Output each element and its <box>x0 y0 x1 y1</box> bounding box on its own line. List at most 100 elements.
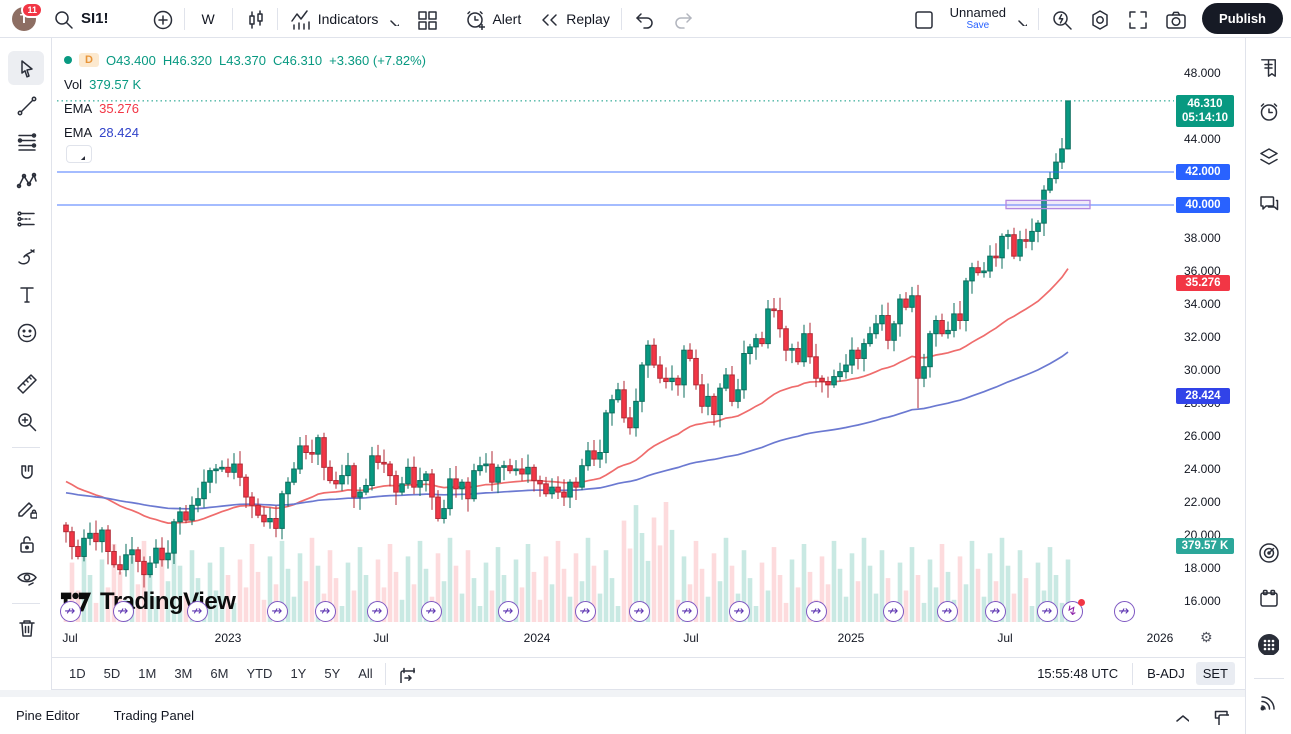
candle-body[interactable] <box>778 311 783 329</box>
candle-body[interactable] <box>364 486 369 493</box>
candle-body[interactable] <box>388 464 393 476</box>
candle-body[interactable] <box>760 339 765 344</box>
candle-body[interactable] <box>412 467 417 487</box>
candle-body[interactable] <box>382 462 387 464</box>
candle-body[interactable] <box>568 482 573 497</box>
candle-body[interactable] <box>430 474 435 497</box>
candle-body[interactable] <box>466 482 471 499</box>
candle-body[interactable] <box>244 477 249 497</box>
candle-body[interactable] <box>730 375 735 401</box>
candle-body[interactable] <box>856 350 861 358</box>
candle-body[interactable] <box>1024 240 1029 242</box>
candle-body[interactable] <box>952 314 957 331</box>
candle-body[interactable] <box>982 271 987 273</box>
candle-body[interactable] <box>460 482 465 489</box>
publish-button[interactable]: Publish <box>1202 3 1283 34</box>
candle-body[interactable] <box>1030 231 1035 241</box>
range-button-3M[interactable]: 3M <box>165 662 201 685</box>
contract-rollover-marker[interactable]: ↛ <box>187 601 208 622</box>
fib-retracement-tool[interactable] <box>8 125 44 159</box>
candle-body[interactable] <box>166 553 171 560</box>
candle-body[interactable] <box>328 467 333 480</box>
candle-body[interactable] <box>214 469 219 471</box>
candle-body[interactable] <box>652 345 657 365</box>
candle-body[interactable] <box>622 390 627 418</box>
candle-body[interactable] <box>304 446 309 453</box>
rectangle-drawing[interactable] <box>1006 200 1090 208</box>
candle-body[interactable] <box>1006 235 1011 237</box>
contract-rollover-marker[interactable]: ↛ <box>367 601 388 622</box>
candle-body[interactable] <box>934 321 939 334</box>
adjustment-toggle[interactable]: B-ADJ <box>1140 662 1192 685</box>
candle-body[interactable] <box>748 347 753 354</box>
settings-button[interactable] <box>1080 0 1118 38</box>
candle-body[interactable] <box>556 487 561 492</box>
contract-rollover-marker[interactable]: ↛ <box>629 601 650 622</box>
layout-select-button[interactable] <box>904 0 942 38</box>
projection-tool[interactable] <box>8 201 44 235</box>
candle-body[interactable] <box>958 314 963 321</box>
time-axis-settings-icon[interactable]: ⚙ <box>1200 630 1213 646</box>
candle-body[interactable] <box>310 453 315 455</box>
candle-body[interactable] <box>790 349 795 351</box>
contract-rollover-marker[interactable]: ↛ <box>729 601 750 622</box>
candle-body[interactable] <box>106 530 111 551</box>
streams-button[interactable] <box>1257 690 1281 714</box>
candle-body[interactable] <box>538 481 543 484</box>
candle-body[interactable] <box>196 499 201 506</box>
candle-body[interactable] <box>898 299 903 324</box>
candle-body[interactable] <box>700 385 705 406</box>
candle-body[interactable] <box>766 309 771 344</box>
candle-body[interactable] <box>532 467 537 480</box>
candle-body[interactable] <box>802 334 807 362</box>
candle-body[interactable] <box>724 375 729 388</box>
chats-button[interactable] <box>1257 191 1281 215</box>
candle-body[interactable] <box>358 492 363 497</box>
candle-body[interactable] <box>910 296 915 308</box>
candle-body[interactable] <box>598 453 603 460</box>
candle-body[interactable] <box>94 533 99 541</box>
candle-body[interactable] <box>676 378 681 385</box>
symbol-legend-row[interactable]: D O43.400 H46.320 L43.370 C46.310 +3.360… <box>64 49 426 71</box>
chart-style-button[interactable] <box>236 0 274 38</box>
candle-body[interactable] <box>574 482 579 487</box>
trading-panel-tab[interactable]: Trading Panel <box>114 708 194 723</box>
candle-body[interactable] <box>658 365 663 378</box>
candle-body[interactable] <box>70 532 75 547</box>
candle-body[interactable] <box>478 466 483 471</box>
candle-body[interactable] <box>436 497 441 518</box>
candle-body[interactable] <box>592 451 597 459</box>
candle-body[interactable] <box>754 339 759 347</box>
fullscreen-button[interactable] <box>1118 0 1156 38</box>
candle-body[interactable] <box>142 561 147 574</box>
candle-body[interactable] <box>298 446 303 469</box>
candle-body[interactable] <box>1048 179 1053 191</box>
candle-body[interactable] <box>424 474 429 481</box>
candle-body[interactable] <box>232 464 237 472</box>
candle-body[interactable] <box>274 519 279 529</box>
range-button-1M[interactable]: 1M <box>129 662 165 685</box>
ema-slow-legend-row[interactable]: EMA 28.424 <box>64 121 426 143</box>
candle-body[interactable] <box>1066 101 1071 149</box>
candle-body[interactable] <box>562 492 567 497</box>
expand-panel-chevron-icon[interactable] <box>1171 707 1189 725</box>
range-button-6M[interactable]: 6M <box>201 662 237 685</box>
alert-button[interactable]: Alert <box>455 0 529 38</box>
candle-body[interactable] <box>286 482 291 494</box>
candle-body[interactable] <box>544 484 549 494</box>
candle-body[interactable] <box>346 466 351 476</box>
candle-body[interactable] <box>502 466 507 468</box>
candle-body[interactable] <box>688 350 693 358</box>
clock-utc[interactable]: 15:55:48 UTC <box>1030 662 1125 685</box>
range-button-YTD[interactable]: YTD <box>237 662 281 685</box>
contract-rollover-marker[interactable]: ↛ <box>315 601 336 622</box>
cursor-tool[interactable] <box>8 51 44 85</box>
candle-body[interactable] <box>340 476 345 484</box>
candle-body[interactable] <box>844 365 849 372</box>
candle-body[interactable] <box>454 479 459 489</box>
candle-body[interactable] <box>406 467 411 484</box>
candle-body[interactable] <box>670 378 675 381</box>
candle-body[interactable] <box>736 390 741 402</box>
screener-button[interactable] <box>1257 541 1281 565</box>
measure-tool[interactable] <box>8 366 44 400</box>
